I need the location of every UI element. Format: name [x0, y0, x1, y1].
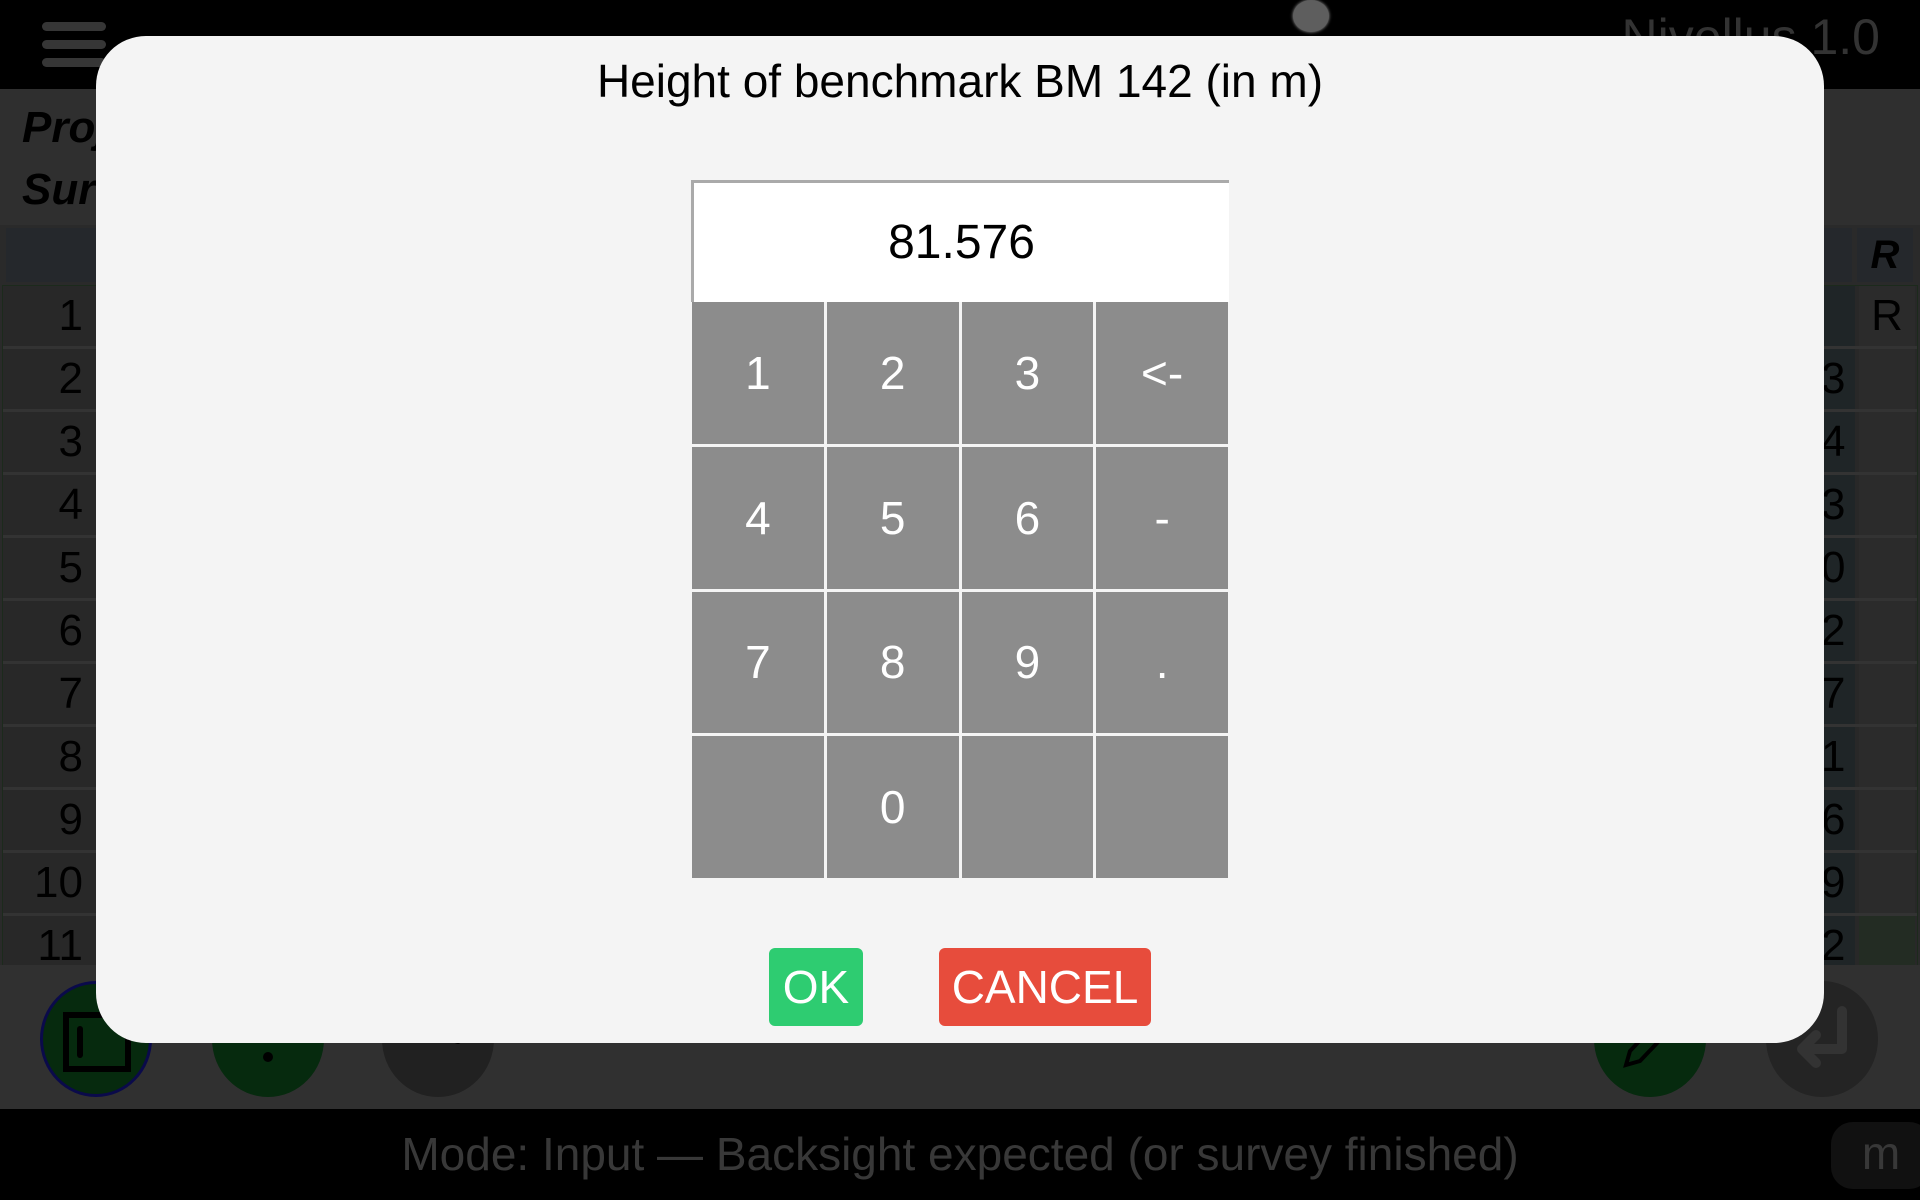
benchmark-height-dialog: Height of benchmark BM 142 (in m) 81.576…: [96, 36, 1824, 1043]
digit-key-6[interactable]: 6: [961, 446, 1094, 589]
digit-key-2[interactable]: 2: [826, 302, 959, 444]
ok-button[interactable]: OK: [769, 948, 863, 1026]
digit-key-9[interactable]: 9: [961, 591, 1094, 734]
row-r-cell: [1859, 601, 1915, 661]
row-r-cell: [1859, 790, 1915, 850]
row-r-cell: [1859, 853, 1915, 913]
backspace-key[interactable]: <-: [1096, 302, 1228, 444]
digit-key-5[interactable]: 5: [826, 446, 959, 589]
digit-key-4[interactable]: 4: [692, 446, 824, 589]
row-r-cell: [1859, 475, 1915, 535]
status-bar: Mode: Input — Backsight expected (or sur…: [0, 1109, 1920, 1200]
cancel-button[interactable]: CANCEL: [939, 948, 1151, 1026]
row-number: 10: [34, 858, 83, 907]
minus-key[interactable]: -: [1096, 446, 1228, 589]
row-number: 6: [58, 606, 83, 655]
table-header-r: R: [1857, 228, 1913, 282]
status-text: Mode: Input — Backsight expected (or sur…: [401, 1128, 1519, 1180]
row-r-cell: [1859, 538, 1915, 598]
row-number: 3: [58, 417, 83, 466]
row-number: 9: [58, 795, 83, 844]
camera-cutout: [1293, 0, 1329, 32]
project-name: Proj: [22, 103, 108, 152]
blank-key[interactable]: [961, 736, 1094, 878]
row-number: 7: [58, 669, 83, 718]
row-number: 2: [58, 354, 83, 403]
row-r-cell: [1859, 349, 1915, 409]
row-r-cell: [1859, 727, 1915, 787]
numeric-keypad: 1 2 3 <- 4 5 6- 7 8 9. 0: [692, 302, 1228, 878]
blank-key[interactable]: [692, 736, 824, 878]
blank-key[interactable]: [1096, 736, 1228, 878]
row-number: 1: [58, 291, 83, 340]
row-number: 8: [58, 732, 83, 781]
digit-key-1[interactable]: 1: [692, 302, 824, 444]
row-number: 4: [58, 480, 83, 529]
row-number: 5: [58, 543, 83, 592]
decimal-key[interactable]: .: [1096, 591, 1228, 734]
digit-key-7[interactable]: 7: [692, 591, 824, 734]
digit-key-3[interactable]: 3: [961, 302, 1094, 444]
digit-key-8[interactable]: 8: [826, 591, 959, 734]
survey-name: Sur: [22, 165, 96, 214]
digit-key-0[interactable]: 0: [826, 736, 959, 878]
unit-toggle[interactable]: m: [1831, 1122, 1920, 1189]
row-r-cell: [1859, 664, 1915, 724]
row-r-cell: [1859, 412, 1915, 472]
height-value-field[interactable]: 81.576: [691, 180, 1229, 302]
dialog-title: Height of benchmark BM 142 (in m): [596, 55, 1324, 107]
row-r-cell: R: [1859, 286, 1915, 346]
